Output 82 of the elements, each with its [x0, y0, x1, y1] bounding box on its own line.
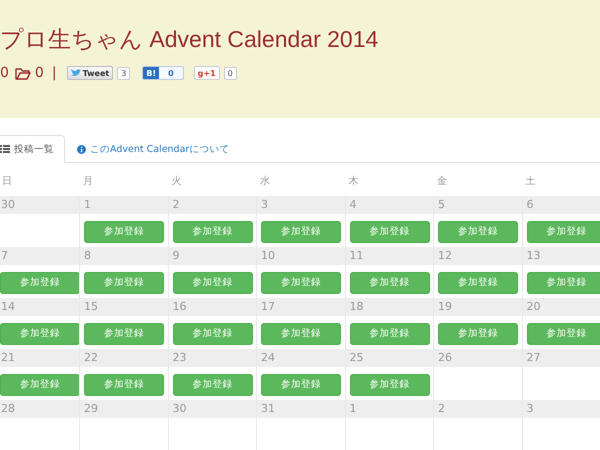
day-number: 15: [80, 298, 168, 316]
day-number: 30: [0, 196, 79, 214]
day-number: 11: [346, 247, 433, 265]
signup-button[interactable]: 参加登録: [350, 322, 430, 344]
signup-button[interactable]: 参加登録: [172, 374, 252, 396]
weekday-label: 日: [1, 175, 13, 189]
page-title: プロ生ちゃん Advent Calendar 2014: [0, 25, 380, 54]
count-label: 0: [0, 65, 9, 81]
tweet-button[interactable]: Tweet: [66, 66, 114, 80]
weekday-label: 金: [436, 175, 448, 189]
signup-button[interactable]: 参加登録: [0, 374, 80, 396]
signup-button[interactable]: 参加登録: [438, 272, 518, 294]
day-number: 28: [0, 400, 79, 418]
signup-button[interactable]: 参加登録: [0, 322, 80, 344]
day-number: 20: [522, 298, 600, 316]
signup-button[interactable]: 参加登録: [172, 220, 252, 242]
signup-button[interactable]: 参加登録: [261, 322, 341, 344]
day-number: 31: [257, 400, 344, 418]
signup-button[interactable]: 参加登録: [526, 322, 600, 344]
day-number: 18: [346, 298, 433, 316]
bookmark-button[interactable]: B! 0: [142, 66, 184, 80]
count-label: 0: [34, 65, 44, 81]
day-number: 23: [168, 349, 256, 367]
day-number: 14: [0, 298, 79, 316]
signup-button[interactable]: 参加登録: [261, 220, 341, 242]
signup-button[interactable]: 参加登録: [84, 272, 164, 294]
signup-button[interactable]: 参加登録: [0, 272, 80, 294]
signup-button[interactable]: 参加登録: [84, 374, 164, 396]
info-icon: [77, 144, 86, 154]
day-number: 2: [434, 400, 522, 418]
day-number: 26: [434, 349, 522, 367]
day-number: 6: [522, 196, 600, 214]
separator-text: |: [52, 65, 57, 81]
signup-button[interactable]: 参加登録: [261, 374, 341, 396]
day-number: 2: [168, 196, 256, 214]
day-number: 17: [257, 298, 344, 316]
day-number: 3: [257, 196, 344, 214]
bird-icon: [70, 69, 81, 77]
signup-button[interactable]: 参加登録: [350, 374, 430, 396]
folder-icon: [14, 66, 31, 80]
signup-button[interactable]: 参加登録: [526, 220, 600, 242]
signup-button[interactable]: 参加登録: [172, 272, 252, 294]
day-number: 22: [80, 349, 168, 367]
day-number: 4: [346, 196, 433, 214]
day-number: 30: [168, 400, 256, 418]
day-number: 27: [522, 349, 600, 367]
weekday-label: 火: [170, 174, 182, 189]
signup-button[interactable]: 参加登録: [350, 272, 430, 294]
day-number: 19: [434, 298, 522, 316]
day-number: 1: [80, 196, 168, 214]
tab[interactable]: このAdvent Calendarについて: [77, 135, 242, 163]
day-number: 9: [168, 247, 256, 265]
day-number: 12: [434, 247, 522, 265]
signup-button[interactable]: 参加登録: [84, 322, 164, 344]
day-number: 7: [0, 247, 79, 265]
signup-button[interactable]: 参加登録: [172, 322, 252, 344]
signup-button[interactable]: 参加登録: [261, 272, 341, 294]
weekday-label: 土: [524, 174, 536, 189]
day-number: 3: [522, 400, 600, 418]
day-number: 1: [346, 400, 433, 418]
day-number: 10: [257, 247, 344, 265]
day-number: 16: [168, 298, 256, 316]
plus-one-button[interactable]: g+1: [194, 66, 220, 80]
signup-button[interactable]: 参加登録: [526, 272, 600, 294]
list-icon: [0, 145, 10, 153]
signup-button[interactable]: 参加登録: [84, 220, 164, 242]
day-number: 24: [257, 349, 344, 367]
weekday-label: 水: [259, 174, 271, 189]
weekday-label: 月: [82, 175, 94, 189]
day-number: 21: [0, 349, 79, 367]
day-number: 25: [346, 349, 433, 367]
share-count: 3: [117, 66, 130, 80]
share-count: 0: [224, 66, 237, 80]
day-number: 29: [80, 400, 168, 418]
day-number: 8: [80, 247, 168, 265]
day-number: 5: [434, 196, 522, 214]
signup-button[interactable]: 参加登録: [438, 220, 518, 242]
tab[interactable]: 投稿一覧: [0, 135, 65, 163]
signup-button[interactable]: 参加登録: [350, 220, 430, 242]
day-number: 13: [522, 247, 600, 265]
signup-button[interactable]: 参加登録: [438, 322, 518, 344]
weekday-label: 木: [348, 174, 360, 189]
